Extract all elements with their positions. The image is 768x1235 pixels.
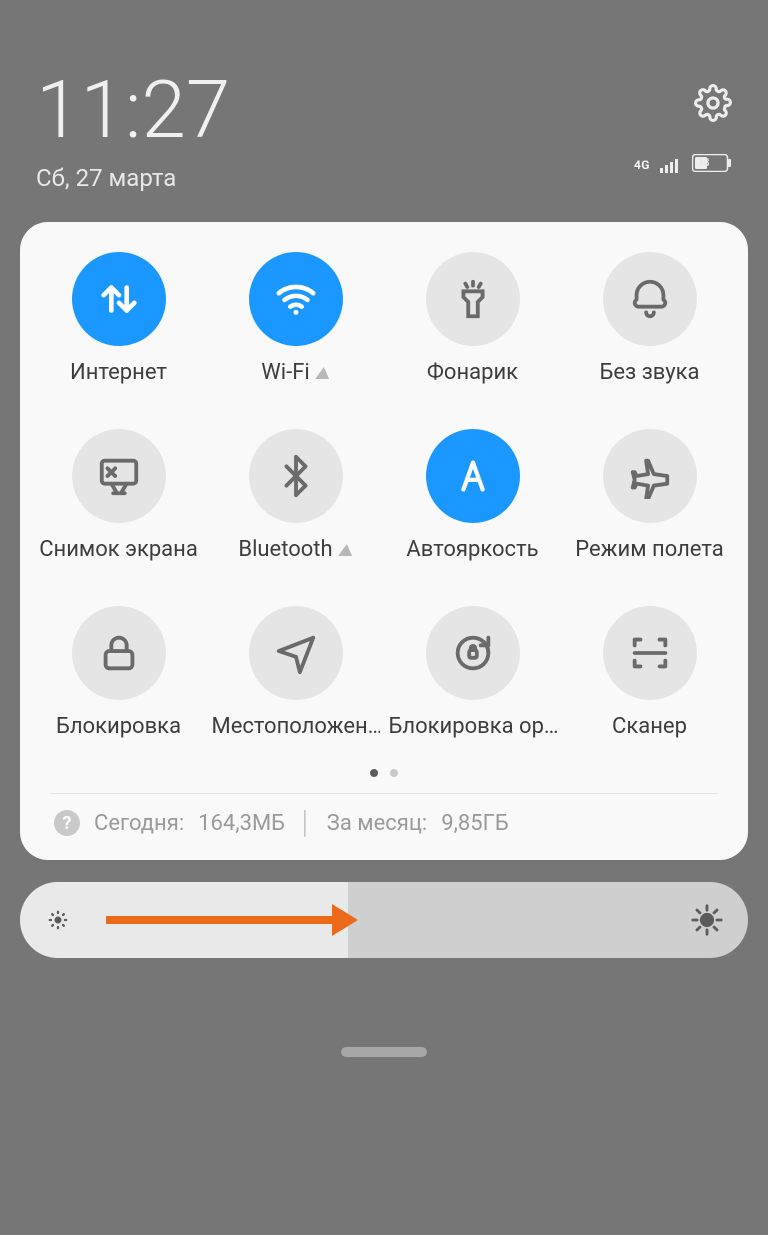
tile-label: Автояркость (406, 537, 538, 562)
tile-rotation-lock[interactable]: Блокировка ор… (384, 606, 561, 739)
tile-label: Без звука (599, 360, 699, 385)
screenshot-icon (72, 429, 166, 523)
wifi-icon (249, 252, 343, 346)
drag-handle[interactable] (341, 1047, 427, 1057)
expand-icon (315, 367, 331, 379)
tile-label: Фонарик (427, 360, 518, 385)
pager-dot (390, 769, 398, 777)
expand-icon (338, 544, 354, 556)
rotation-lock-icon (426, 606, 520, 700)
flashlight-icon (426, 252, 520, 346)
brightness-high-icon (690, 903, 724, 937)
tile-label: Режим полета (575, 537, 723, 562)
tile-airplane[interactable]: Режим полета (561, 429, 738, 562)
location-icon (249, 606, 343, 700)
tile-scanner[interactable]: Сканер (561, 606, 738, 739)
brightness-slider[interactable] (20, 882, 748, 958)
tile-label: Wi-Fi (261, 360, 309, 385)
clock-date: Сб, 27 марта (36, 164, 230, 192)
tile-label: Снимок экрана (39, 537, 198, 562)
tile-location[interactable]: Местоположен… (207, 606, 384, 739)
usage-today-value: 164,3МБ (198, 811, 285, 836)
quick-settings-panel: Интернет Wi-Fi Фонарик Без звука Сн (20, 222, 748, 860)
clock-time: 11:27 (36, 70, 230, 150)
tile-wifi[interactable]: Wi-Fi (207, 252, 384, 385)
annotation-arrow (106, 916, 336, 924)
battery-icon: 38 (692, 154, 732, 176)
brightness-low-icon (44, 906, 72, 934)
tile-bluetooth[interactable]: Bluetooth (207, 429, 384, 562)
tile-label: Блокировка ор… (389, 714, 557, 739)
usage-month-label: За месяц: (327, 811, 427, 836)
tiles-grid: Интернет Wi-Fi Фонарик Без звука Сн (30, 252, 738, 739)
settings-button[interactable] (694, 84, 732, 122)
scanner-icon (603, 606, 697, 700)
tile-lock[interactable]: Блокировка (30, 606, 207, 739)
tile-label: Блокировка (56, 714, 181, 739)
auto-bright-icon (426, 429, 520, 523)
tile-silent[interactable]: Без звука (561, 252, 738, 385)
tile-label: Интернет (70, 360, 167, 385)
bell-icon (603, 252, 697, 346)
tile-internet[interactable]: Интернет (30, 252, 207, 385)
tile-label: Местоположен… (212, 714, 380, 739)
network-type-label: 4G (634, 158, 650, 172)
tile-label: Bluetooth (238, 537, 332, 562)
battery-percent: 38 (697, 156, 710, 169)
lock-icon (72, 606, 166, 700)
gear-icon (694, 84, 732, 122)
usage-month-value: 9,85ГБ (441, 811, 509, 836)
tile-label: Сканер (612, 714, 687, 739)
divider (50, 793, 718, 794)
tile-auto-brightness[interactable]: Автояркость (384, 429, 561, 562)
status-bar: 4G 38 (634, 154, 732, 176)
tile-flashlight[interactable]: Фонарик (384, 252, 561, 385)
help-icon: ? (54, 810, 80, 836)
bluetooth-icon (249, 429, 343, 523)
data-usage-row[interactable]: ? Сегодня: 164,3МБ │ За месяц: 9,85ГБ (30, 806, 738, 846)
pager-dot (370, 769, 378, 777)
page-indicator (30, 769, 738, 777)
airplane-icon (603, 429, 697, 523)
signal-icon (660, 157, 682, 173)
data-arrows-icon (72, 252, 166, 346)
usage-today-label: Сегодня: (94, 811, 184, 836)
tile-screenshot[interactable]: Снимок экрана (30, 429, 207, 562)
separator: │ (299, 810, 313, 836)
